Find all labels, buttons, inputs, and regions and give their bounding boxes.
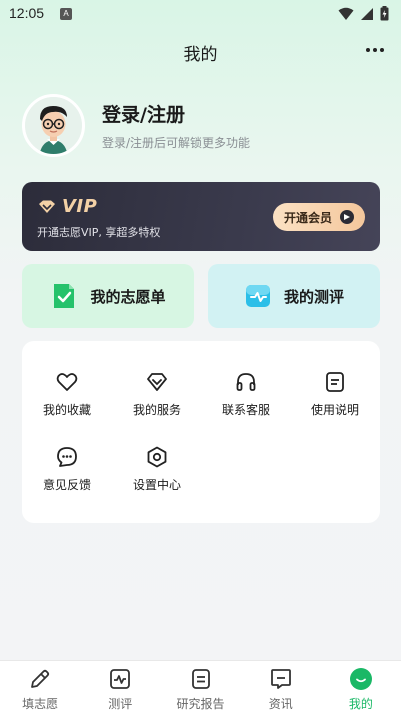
open-membership-button[interactable]: 开通会员 <box>273 203 365 231</box>
my-assessment-card[interactable]: 我的测评 <box>208 264 380 328</box>
nav-research-report-label: 研究报告 <box>176 697 225 711</box>
status-time: 12:05 <box>9 5 45 21</box>
vip-description: 开通志愿VIP, 享超多特权 <box>37 226 161 239</box>
notification-icon: A <box>60 8 72 20</box>
vip-badge-text: VIP <box>62 196 98 217</box>
avatar-illustration-icon <box>25 97 82 154</box>
settings-label: 设置中心 <box>132 478 181 492</box>
nav-fill-application-label: 填志愿 <box>22 697 59 711</box>
bottom-navigation: 填志愿 测评 研究报告 资讯 我的 <box>0 660 401 714</box>
headset-icon <box>236 373 256 391</box>
nav-profile[interactable]: 我的 <box>321 661 401 714</box>
my-services-label: 我的服务 <box>132 403 181 417</box>
document-icon <box>326 372 344 392</box>
more-options-icon[interactable] <box>363 40 387 60</box>
settings-icon <box>147 446 167 468</box>
page-title: 我的 <box>183 45 218 65</box>
pen-icon <box>31 669 50 688</box>
checklist-icon <box>54 284 75 308</box>
diamond-icon <box>147 373 167 391</box>
my-applications-card[interactable]: 我的志愿单 <box>22 264 194 328</box>
nav-news[interactable]: 资讯 <box>241 661 321 714</box>
nav-assessment[interactable]: 测评 <box>80 661 160 714</box>
signal-icon <box>361 7 373 20</box>
assessment-icon <box>245 285 270 307</box>
vip-logo: VIP <box>38 196 97 217</box>
feedback-icon <box>57 447 77 467</box>
feedback-item[interactable]: 意见反馈 <box>22 446 112 493</box>
avatar[interactable] <box>22 94 85 157</box>
arrow-right-icon <box>340 210 354 224</box>
my-assessment-label: 我的测评 <box>283 287 344 306</box>
wifi-icon <box>338 7 354 20</box>
tools-panel: 我的收藏 我的服务 联系客服 使用说明 意见反馈 设置中心 <box>22 341 380 523</box>
vip-diamond-icon <box>39 200 55 213</box>
open-membership-label: 开通会员 <box>283 210 332 225</box>
settings-item[interactable]: 设置中心 <box>112 446 202 493</box>
feedback-label: 意见反馈 <box>42 478 91 492</box>
my-applications-label: 我的志愿单 <box>90 287 166 306</box>
profile-icon <box>349 668 372 690</box>
user-guide-item[interactable]: 使用说明 <box>290 371 380 418</box>
nav-assessment-label: 测评 <box>108 697 133 711</box>
my-favorites-label: 我的收藏 <box>42 403 91 417</box>
my-favorites-item[interactable]: 我的收藏 <box>22 371 112 418</box>
my-services-item[interactable]: 我的服务 <box>112 371 202 418</box>
chart-icon <box>110 669 131 689</box>
heart-icon <box>56 373 78 391</box>
news-icon <box>270 669 291 689</box>
vip-banner[interactable]: VIP 开通志愿VIP, 享超多特权 开通会员 <box>22 182 380 251</box>
contact-support-label: 联系客服 <box>221 403 270 417</box>
battery-icon <box>380 6 389 21</box>
login-register-link[interactable]: 登录/注册 <box>102 100 185 127</box>
report-icon <box>191 669 210 689</box>
status-bar: 12:05 A <box>0 0 401 28</box>
user-guide-label: 使用说明 <box>310 403 359 417</box>
contact-support-item[interactable]: 联系客服 <box>201 371 291 418</box>
nav-fill-application[interactable]: 填志愿 <box>0 661 80 714</box>
status-icons <box>338 6 389 21</box>
nav-profile-label: 我的 <box>348 697 373 711</box>
login-hint-text: 登录/注册后可解锁更多功能 <box>102 136 251 150</box>
nav-research-report[interactable]: 研究报告 <box>160 661 240 714</box>
nav-news-label: 资讯 <box>268 697 293 711</box>
